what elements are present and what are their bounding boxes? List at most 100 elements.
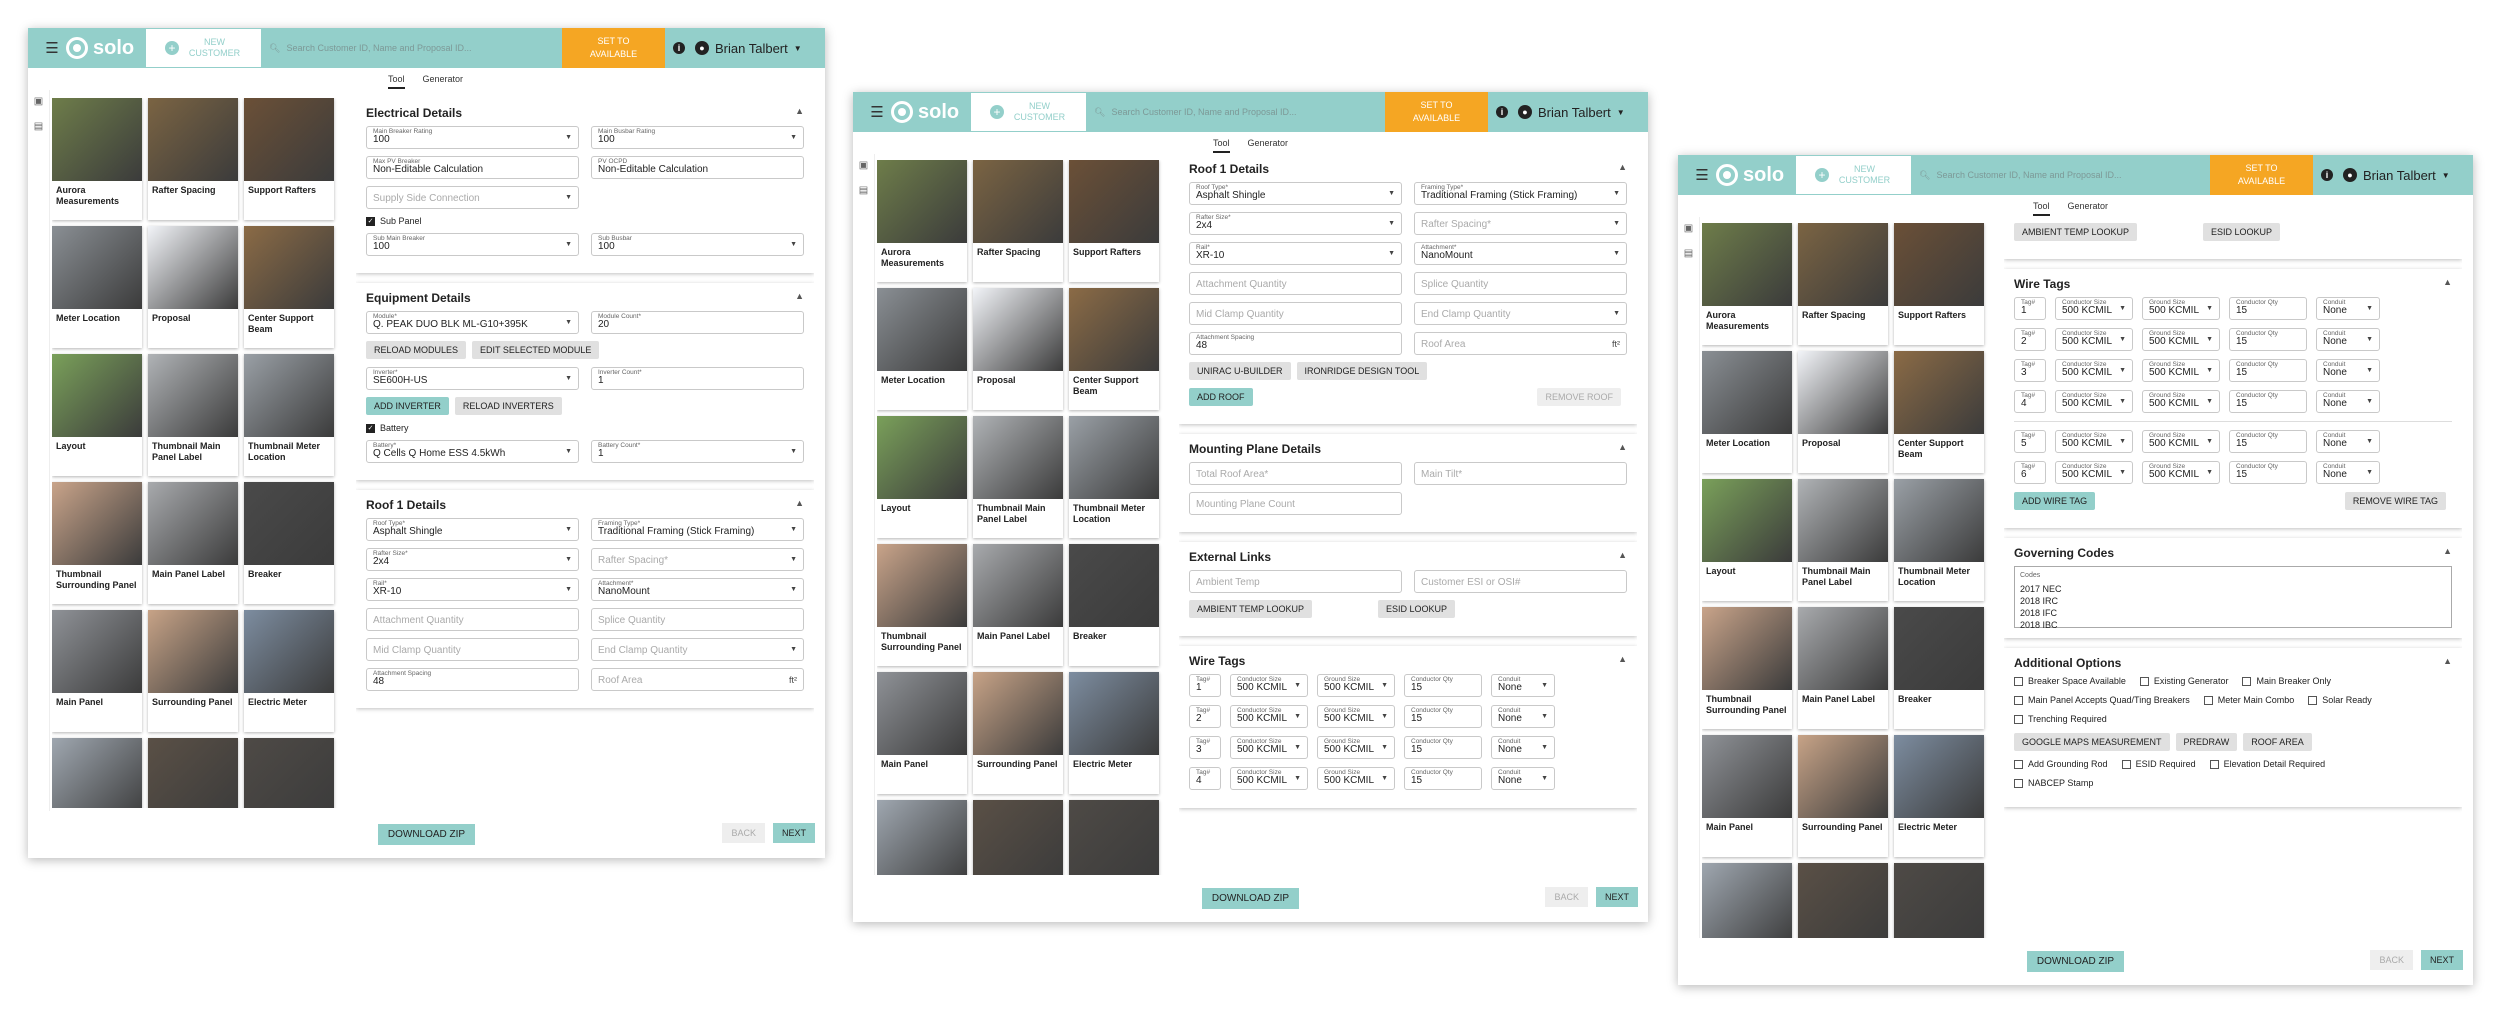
tab-tool[interactable]: Tool <box>1213 138 1230 153</box>
search-input[interactable]: 🔍︎ Search Customer ID, Name and Proposal … <box>261 28 562 68</box>
collapse-icon[interactable]: ▲ <box>1618 442 1627 456</box>
collapse-icon[interactable]: ▲ <box>795 106 804 120</box>
option-checkbox[interactable]: Breaker Space Available <box>2014 676 2126 686</box>
photo-thumbnail[interactable] <box>973 800 1063 875</box>
photo-thumbnail[interactable]: Proposal <box>1798 351 1888 473</box>
photo-thumbnail[interactable]: Support Rafters <box>244 98 334 220</box>
photo-thumbnail[interactable]: Thumbnail Meter Location <box>1069 416 1159 538</box>
roof-type-select[interactable]: Roof Type* Asphalt Shingle ▼ <box>1189 182 1402 205</box>
wire-tag-input[interactable]: Tag# 1 <box>1189 674 1221 697</box>
new-customer-button[interactable]: + NEW CUSTOMER <box>146 29 261 67</box>
info-icon[interactable]: i <box>2321 169 2333 181</box>
collapse-icon[interactable]: ▲ <box>2443 546 2452 560</box>
add-inverter-button[interactable]: ADD INVERTER <box>366 397 449 415</box>
option-checkbox[interactable]: Existing Generator <box>2139 676 2228 686</box>
conductor-size-select[interactable]: Conductor Size 500 KCMIL ▼ <box>1230 736 1308 759</box>
photo-thumbnail[interactable]: Rafter Spacing <box>148 98 238 220</box>
photo-thumbnail[interactable] <box>1069 800 1159 875</box>
ground-size-select[interactable]: Ground Size 500 KCMIL ▼ <box>1317 736 1395 759</box>
tab-generator[interactable]: Generator <box>1248 138 1289 153</box>
user-menu[interactable]: ● Brian Talbert ▼ <box>2343 168 2473 183</box>
option-button[interactable]: GOOGLE MAPS MEASUREMENT <box>2014 733 2170 751</box>
photo-thumbnail[interactable]: Proposal <box>148 226 238 348</box>
reload-modules-button[interactable]: RELOAD MODULES <box>366 341 467 359</box>
conduit-select[interactable]: Conduit None ▼ <box>1491 736 1555 759</box>
option-checkbox[interactable]: Meter Main Combo <box>2203 695 2294 705</box>
option-checkbox[interactable]: Elevation Detail Required <box>2209 759 2325 769</box>
next-button[interactable]: NEXT <box>772 823 815 843</box>
collapse-icon[interactable]: ▲ <box>1618 162 1627 176</box>
conductor-size-select[interactable]: Conductor Size 500 KCMIL ▼ <box>2055 328 2133 351</box>
battery-select[interactable]: Battery* Q Cells Q Home ESS 4.5kWh ▼ <box>366 440 579 463</box>
collapse-icon[interactable]: ▲ <box>2443 656 2452 670</box>
photo-thumbnail[interactable]: Thumbnail Surrounding Panel <box>1702 607 1792 729</box>
end-clamp-select[interactable]: End Clamp Quantity ▼ <box>1414 302 1627 325</box>
document-icon[interactable]: ▤ <box>1684 248 1693 259</box>
tab-generator[interactable]: Generator <box>423 74 464 89</box>
unirac-button[interactable]: UNIRAC U-BUILDER <box>1189 362 1291 380</box>
supply-side-select[interactable]: Supply Side Connection ▼ <box>366 186 579 209</box>
esid-lookup-button[interactable]: ESID LOOKUP <box>2203 223 2281 241</box>
attachment-select[interactable]: Attachment* NanoMount ▼ <box>591 578 804 601</box>
photo-thumbnail[interactable]: Main Panel Label <box>148 482 238 604</box>
esid-lookup-button[interactable]: ESID LOOKUP <box>1378 600 1456 618</box>
photo-thumbnail[interactable]: Layout <box>52 354 142 476</box>
photo-thumbnail[interactable]: Rafter Spacing <box>1798 223 1888 345</box>
codes-textarea[interactable]: Codes 2017 NEC 2018 IRC 2018 IFC 2018 IB… <box>2014 566 2452 630</box>
photo-thumbnail[interactable] <box>244 738 334 808</box>
conductor-size-select[interactable]: Conductor Size 500 KCMIL ▼ <box>1230 705 1308 728</box>
conductor-size-select[interactable]: Conductor Size 500 KCMIL ▼ <box>2055 390 2133 413</box>
attachment-spacing-input[interactable]: Attachment Spacing 48 <box>1189 332 1402 355</box>
image-icon[interactable]: ▣ <box>1684 223 1693 234</box>
photo-thumbnail[interactable]: Proposal <box>973 288 1063 410</box>
add-roof-button[interactable]: ADD ROOF <box>1189 388 1253 406</box>
rafter-size-select[interactable]: Rafter Size* 2x4 ▼ <box>366 548 579 571</box>
option-checkbox[interactable]: ESID Required <box>2121 759 2196 769</box>
photo-thumbnail[interactable]: Aurora Measurements <box>52 98 142 220</box>
conduit-select[interactable]: Conduit None ▼ <box>1491 705 1555 728</box>
photo-thumbnail[interactable]: Thumbnail Main Panel Label <box>973 416 1063 538</box>
attachment-quantity-input[interactable]: Attachment Quantity <box>1189 272 1402 295</box>
photo-thumbnail[interactable]: Meter Location <box>877 288 967 410</box>
rafter-size-select[interactable]: Rafter Size* 2x4 ▼ <box>1189 212 1402 235</box>
photo-thumbnail[interactable]: Main Panel <box>877 672 967 794</box>
conductor-size-select[interactable]: Conductor Size 500 KCMIL ▼ <box>1230 674 1308 697</box>
main-breaker-select[interactable]: Main Breaker Rating 100 ▼ <box>366 126 579 149</box>
ground-size-select[interactable]: Ground Size 500 KCMIL ▼ <box>2142 328 2220 351</box>
image-icon[interactable]: ▣ <box>34 96 43 107</box>
ironridge-button[interactable]: IRONRIDGE DESIGN TOOL <box>1296 362 1428 380</box>
photo-thumbnail[interactable] <box>877 800 967 875</box>
collapse-icon[interactable]: ▲ <box>1618 550 1627 564</box>
photo-thumbnail[interactable]: Thumbnail Surrounding Panel <box>877 544 967 666</box>
photo-thumbnail[interactable]: Surrounding Panel <box>973 672 1063 794</box>
image-icon[interactable]: ▣ <box>859 160 868 171</box>
conduit-select[interactable]: Conduit None ▼ <box>2316 297 2380 320</box>
splice-quantity-input[interactable]: Splice Quantity <box>591 608 804 631</box>
search-input[interactable]: 🔍︎ Search Customer ID, Name and Proposal … <box>1911 155 2210 195</box>
ground-size-select[interactable]: Ground Size 500 KCMIL ▼ <box>2142 461 2220 484</box>
photo-thumbnail[interactable]: Main Panel <box>52 610 142 732</box>
conduit-select[interactable]: Conduit None ▼ <box>2316 461 2380 484</box>
option-checkbox[interactable]: Main Breaker Only <box>2242 676 2331 686</box>
user-menu[interactable]: ● Brian Talbert ▼ <box>695 41 825 56</box>
collapse-icon[interactable]: ▲ <box>795 498 804 512</box>
end-clamp-select[interactable]: End Clamp Quantity ▼ <box>591 638 804 661</box>
option-checkbox[interactable]: Trenching Required <box>2014 714 2107 724</box>
ambient-temp-input[interactable]: Ambient Temp <box>1189 570 1402 593</box>
main-tilt-input[interactable]: Main Tilt* <box>1414 462 1627 485</box>
photo-thumbnail[interactable]: Center Support Beam <box>1894 351 1984 473</box>
photo-thumbnail[interactable]: Surrounding Panel <box>1798 735 1888 857</box>
ground-size-select[interactable]: Ground Size 500 KCMIL ▼ <box>2142 297 2220 320</box>
option-button[interactable]: ROOF AREA <box>2243 733 2312 751</box>
conductor-size-select[interactable]: Conductor Size 500 KCMIL ▼ <box>1230 767 1308 790</box>
photo-thumbnail[interactable]: Layout <box>877 416 967 538</box>
photo-thumbnail[interactable]: Meter Location <box>52 226 142 348</box>
option-checkbox[interactable]: Main Panel Accepts Quad/Ting Breakers <box>2014 695 2190 705</box>
mid-clamp-input[interactable]: Mid Clamp Quantity <box>366 638 579 661</box>
wire-tag-input[interactable]: Tag# 2 <box>2014 328 2046 351</box>
conductor-size-select[interactable]: Conductor Size 500 KCMIL ▼ <box>2055 430 2133 453</box>
download-zip-button[interactable]: DOWNLOAD ZIP <box>377 824 476 845</box>
download-zip-button[interactable]: DOWNLOAD ZIP <box>2026 951 2125 972</box>
search-input[interactable]: 🔍︎ Search Customer ID, Name and Proposal … <box>1086 92 1385 132</box>
conductor-size-select[interactable]: Conductor Size 500 KCMIL ▼ <box>2055 297 2133 320</box>
